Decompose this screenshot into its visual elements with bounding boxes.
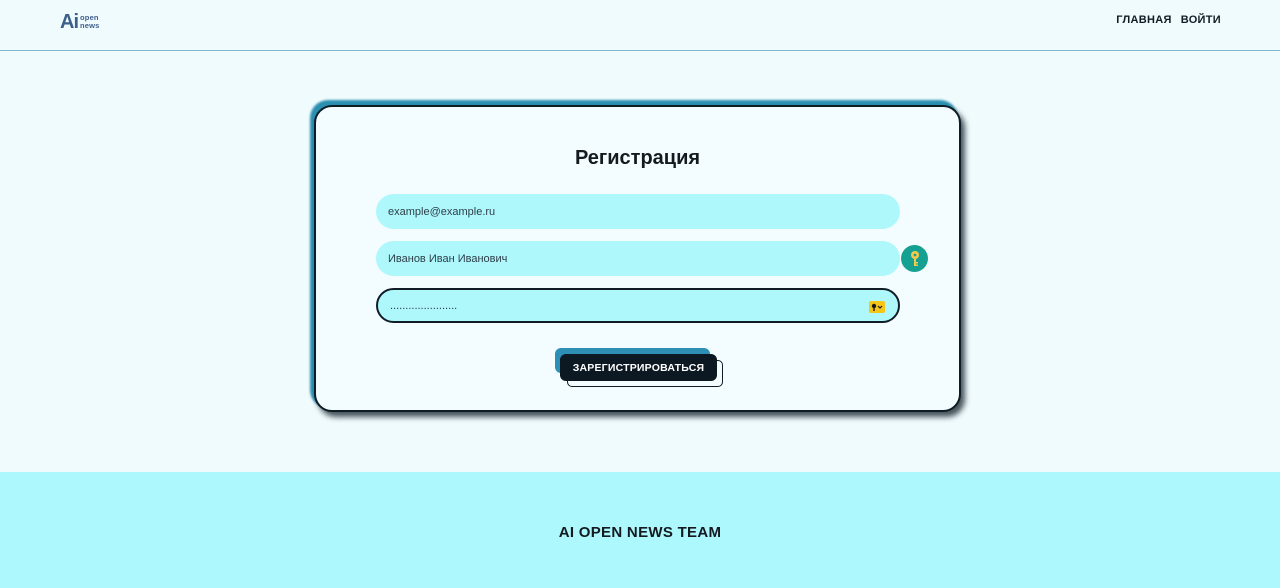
full-name-field[interactable] xyxy=(376,241,900,276)
site-header: Ai open news ГЛАВНАЯ ВОЙТИ xyxy=(0,0,1280,51)
password-manager-icon[interactable] xyxy=(869,301,885,313)
nav-link-home[interactable]: ГЛАВНАЯ xyxy=(1116,14,1171,26)
logo-link[interactable]: Ai open news xyxy=(60,12,100,32)
logo-text: open news xyxy=(80,14,100,30)
registration-card: Регистрация ЗАРЕГИСТРИРОВАТЬСЯ xyxy=(314,105,961,412)
page-title: Регистрация xyxy=(574,147,701,169)
nav-link-login[interactable]: ВОЙТИ xyxy=(1181,14,1221,26)
register-button[interactable]: ЗАРЕГИСТРИРОВАТЬСЯ xyxy=(560,354,717,381)
footer-team-text: AI OPEN NEWS TEAM xyxy=(558,524,722,541)
logo-mark: Ai xyxy=(60,11,79,33)
key-icon[interactable] xyxy=(901,245,928,272)
main-nav: ГЛАВНАЯ ВОЙТИ xyxy=(1116,14,1221,26)
logo-line-2: news xyxy=(80,21,100,30)
password-field[interactable] xyxy=(376,288,900,323)
site-footer: AI OPEN NEWS TEAM xyxy=(0,472,1280,588)
submit-button-group: ЗАРЕГИСТРИРОВАТЬСЯ xyxy=(555,348,725,390)
email-field[interactable] xyxy=(376,194,900,229)
